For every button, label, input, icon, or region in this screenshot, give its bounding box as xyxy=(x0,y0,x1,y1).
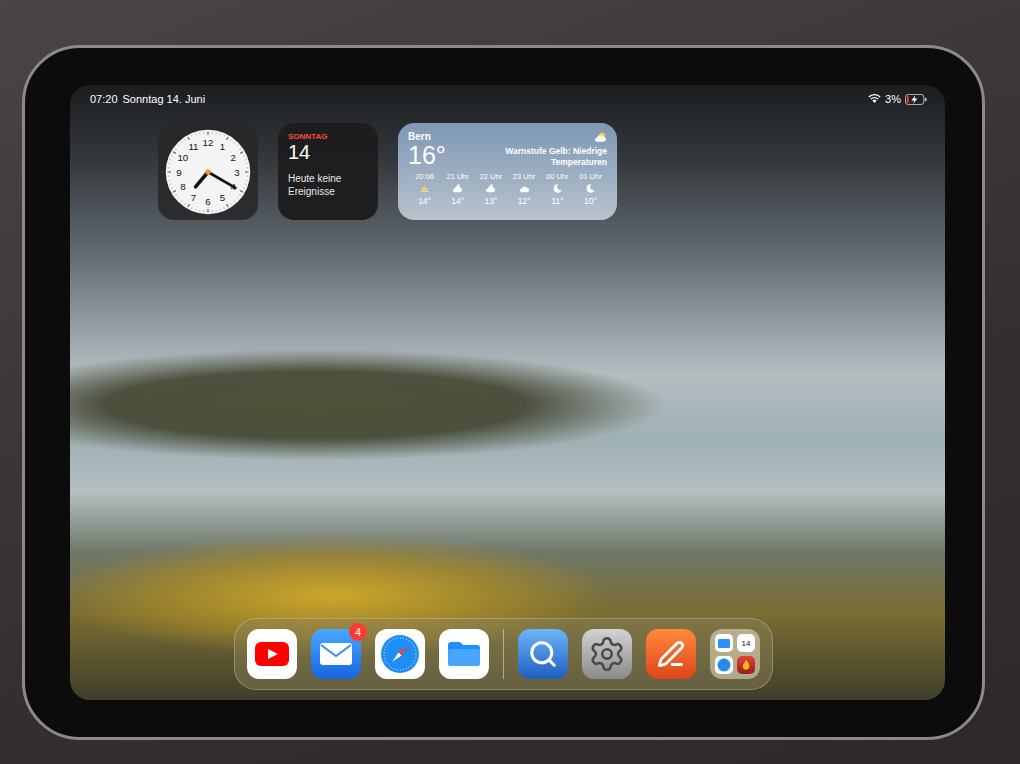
forecast-time: 22 Uhr xyxy=(480,172,503,181)
forecast-temp: 14° xyxy=(418,196,431,206)
weather-main: Bern16° xyxy=(408,131,446,168)
svg-text:6: 6 xyxy=(205,195,210,206)
forecast-time: 20:06 xyxy=(415,172,434,181)
status-bar: 07:20 Sonntag 14. Juni 3% xyxy=(70,85,945,105)
folder-icon xyxy=(718,639,730,648)
forecast-hour: 00 Uhr 11° xyxy=(541,172,574,206)
folder-icon xyxy=(447,641,481,667)
status-right: 3% xyxy=(868,93,927,105)
flame-icon xyxy=(740,659,752,671)
calendar-weekday: SONNTAG xyxy=(288,132,368,141)
forecast-hour: 23 Uhr 12° xyxy=(508,172,541,206)
forecast-temp: 11° xyxy=(551,196,563,206)
photobooth-mini-icon xyxy=(737,656,755,674)
safari-mini-icon xyxy=(715,656,733,674)
svg-text:11: 11 xyxy=(188,141,198,152)
envelope-icon xyxy=(320,643,352,665)
cloud-moon-icon xyxy=(485,183,496,194)
weather-city: Bern xyxy=(408,131,446,142)
widget-row: 121234567891011SONNTAG14Heute keine Erei… xyxy=(158,123,945,220)
moon-icon xyxy=(585,183,596,194)
wifi-icon xyxy=(868,94,881,104)
forecast-time: 23 Uhr xyxy=(513,172,536,181)
preview-app-icon[interactable] xyxy=(518,629,568,679)
moon-icon xyxy=(552,183,563,194)
svg-text:7: 7 xyxy=(191,191,196,202)
gear-icon xyxy=(588,635,626,673)
forecast-hour: 20:06 14° xyxy=(408,172,441,206)
weather-header: Bern16° Warnstufe Gelb: Niedrige Temperat… xyxy=(408,131,607,168)
folder-grid: 14 xyxy=(715,634,755,674)
safari-app-icon[interactable] xyxy=(375,629,425,679)
youtube-icon xyxy=(255,642,289,666)
notification-badge: 4 xyxy=(349,623,367,641)
page: 07:20 Sonntag 14. Juni 3% 12 12 3 4 5678 9 1011 SO… xyxy=(0,0,1020,764)
folder-app-icon[interactable]: 14 xyxy=(710,629,760,679)
forecast-hour: 21 Uhr 14° xyxy=(441,172,474,206)
settings-app-icon[interactable] xyxy=(582,629,632,679)
svg-text:10: 10 xyxy=(177,152,188,163)
files-mini-icon xyxy=(715,634,733,652)
forecast-temp: 14° xyxy=(451,196,464,206)
calendar-widget[interactable]: SONNTAG14 Heute keine Ereignisse xyxy=(278,123,378,220)
svg-text:3: 3 xyxy=(234,166,239,177)
pages-app-icon[interactable] xyxy=(646,629,696,679)
youtube-app-icon[interactable] xyxy=(247,629,297,679)
calendar-day: 14 xyxy=(288,141,368,163)
weather-side: Warnstufe Gelb: Niedrige Temperaturen xyxy=(495,131,607,168)
files-app-icon[interactable] xyxy=(439,629,489,679)
forecast-time: 21 Uhr xyxy=(446,172,469,181)
calendar-events: Heute keine Ereignisse xyxy=(288,173,368,198)
calendar-mini-icon: 14 xyxy=(737,634,755,652)
sunset-icon xyxy=(419,183,430,194)
forecast-hour: 01 Uhr 10° xyxy=(574,172,607,206)
svg-text:2: 2 xyxy=(230,152,235,163)
forecast-temp: 10° xyxy=(584,196,597,206)
tablet-device: 07:20 Sonntag 14. Juni 3% 12 12 3 4 5678 9 1011 SO… xyxy=(22,45,985,740)
status-left: 07:20 Sonntag 14. Juni xyxy=(90,93,205,105)
battery-icon xyxy=(905,94,927,105)
dock-row: 4 14 xyxy=(70,618,945,700)
svg-text:12: 12 xyxy=(203,137,214,148)
svg-text:5: 5 xyxy=(220,191,225,202)
weather-widget[interactable]: Bern16° Warnstufe Gelb: Niedrige Temperat… xyxy=(398,123,617,220)
forecast-temp: 13° xyxy=(484,196,497,206)
calendar-day: 14 xyxy=(742,639,751,648)
cloud-sun-icon xyxy=(594,131,607,144)
cloud-moon-icon xyxy=(452,183,463,194)
cloud-icon xyxy=(519,183,530,194)
pen-icon xyxy=(657,640,685,668)
mail-app-icon[interactable]: 4 xyxy=(311,629,361,679)
compass-icon xyxy=(380,634,420,674)
dock: 4 14 xyxy=(234,618,773,690)
weather-warning: Warnstufe Gelb: Niedrige Temperaturen xyxy=(495,146,607,167)
svg-text:9: 9 xyxy=(176,166,181,177)
clock-face-icon: 121234567891011 xyxy=(164,128,252,216)
status-time: 07:20 xyxy=(90,93,118,105)
forecast-time: 00 Uhr xyxy=(546,172,569,181)
compass-icon xyxy=(717,658,731,672)
hourly-forecast: 20:06 14° 21 Uhr 14° 22 Uhr 13° 23 Uhr 12° 00 Uh… xyxy=(408,172,607,206)
magnifier-icon xyxy=(528,639,558,669)
weather-temperature: 16° xyxy=(408,142,446,168)
forecast-temp: 12° xyxy=(518,196,531,206)
forecast-hour: 22 Uhr 13° xyxy=(474,172,507,206)
svg-text:8: 8 xyxy=(180,181,185,192)
dock-divider xyxy=(503,629,504,679)
svg-text:1: 1 xyxy=(220,141,225,152)
home-screen: 07:20 Sonntag 14. Juni 3% 12 12 3 4 5678 9 1011 SO… xyxy=(70,85,945,700)
battery-level: 3% xyxy=(885,93,901,105)
status-date: Sonntag 14. Juni xyxy=(123,93,206,105)
clock-widget[interactable]: 121234567891011 xyxy=(158,123,258,220)
forecast-time: 01 Uhr xyxy=(579,172,602,181)
